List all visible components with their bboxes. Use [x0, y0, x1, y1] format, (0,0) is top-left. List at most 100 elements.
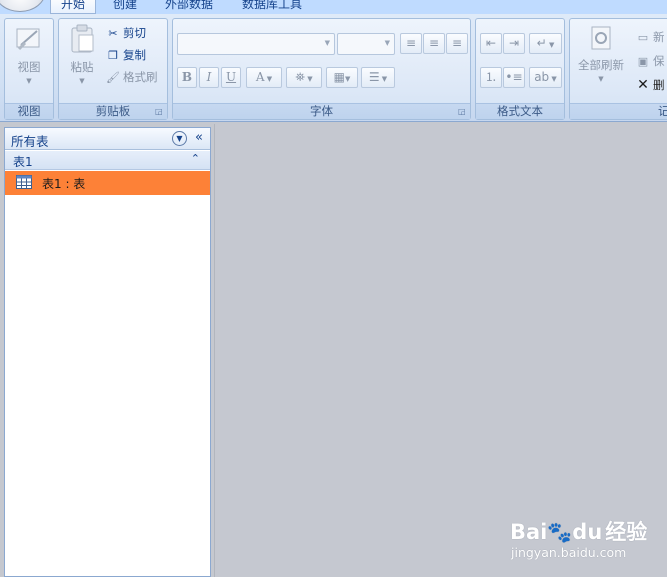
chevron-down-icon: ▼ [598, 75, 604, 83]
watermark-brand2: du [572, 520, 603, 544]
bullet-list-icon: •≡ [505, 70, 523, 84]
format-painter-label: 格式刷 [123, 70, 158, 84]
alternate-rows-icon: ☰ [368, 70, 380, 84]
watermark-url: jingyan.baidu.com [511, 545, 627, 560]
font-group: ▼ ▼ ≡ ≡ ≡ B I U A ▼ ⛯ ▼ ▦▼ ☰ ▼ 字体 ◲ [172, 18, 471, 120]
nav-title: 所有表 [11, 134, 49, 149]
brush-icon: 🖌 [106, 71, 120, 84]
tab-external-data[interactable]: 外部数据 [155, 0, 223, 14]
alternate-fill-button[interactable]: ☰ ▼ [361, 67, 395, 88]
fill-color-button[interactable]: ⛯ ▼ [286, 67, 322, 88]
tab-home[interactable]: 开始 [50, 0, 97, 14]
save-label: 保 [653, 54, 665, 68]
align-left-button[interactable]: ≡ [400, 33, 422, 54]
chevron-down-icon: ▼ [379, 75, 388, 83]
chevron-down-icon: ▼ [384, 39, 390, 47]
format-painter-button[interactable]: 🖌 格式刷 [106, 69, 158, 85]
font-name-combo[interactable]: ▼ [177, 33, 335, 55]
copy-button[interactable]: ❐ 复制 [106, 47, 146, 63]
bullets-button[interactable]: •≡ [503, 67, 525, 88]
chevron-down-icon: ▼ [305, 75, 313, 83]
nav-group-header[interactable]: 表1 ⌃ [5, 151, 210, 170]
table-icon [16, 175, 32, 189]
new-record-button[interactable]: ▭ 新 [636, 29, 665, 45]
numbering-button[interactable]: ⒈ [480, 67, 502, 88]
cut-label: 剪切 [123, 26, 146, 40]
highlight-button[interactable]: ab ▼ [529, 67, 562, 88]
font-size-combo[interactable]: ▼ [337, 33, 395, 55]
bold-button[interactable]: B [177, 67, 197, 88]
view-group-label: 视图 [5, 103, 53, 119]
view-design-icon [16, 28, 40, 51]
delete-record-button[interactable]: ✕ 删 [636, 77, 665, 93]
italic-button[interactable]: I [199, 67, 219, 88]
refresh-all-button[interactable]: 全部刷新 ▼ [572, 23, 630, 83]
records-group-label: 记 [570, 103, 667, 119]
nav-item-table1[interactable]: 表1 : 表 [5, 171, 210, 195]
refresh-icon [591, 26, 611, 50]
clipboard-group: 粘贴 ▼ ✂ 剪切 ❐ 复制 🖌 格式刷 剪贴板 ◲ [58, 18, 168, 120]
font-color-label: A [255, 70, 265, 84]
ribbon-tab-strip: 开始 创建 外部数据 数据库工具 [0, 0, 667, 14]
ribbon: 视图 ▼ 视图 粘贴 ▼ ✂ 剪切 ❐ 复制 🖌 格式刷 剪贴板 ◲ ▼ ▼ ≡… [0, 14, 667, 122]
chevron-down-icon: ▼ [344, 75, 351, 83]
align-right-icon: ≡ [451, 36, 463, 50]
view-button-label: 视图 [17, 60, 41, 74]
align-center-button[interactable]: ≡ [423, 33, 445, 54]
paint-bucket-icon: ⛯ [295, 70, 305, 84]
paragraph-direction-button[interactable]: ↵ ▼ [529, 33, 562, 54]
navigation-pane: 所有表 ▼ « 表1 ⌃ 表1 : 表 [4, 127, 211, 577]
highlight-icon: ab [534, 70, 550, 84]
paste-button-label: 粘贴 [70, 60, 94, 74]
chevron-down-icon: ▼ [549, 75, 557, 83]
paste-button[interactable]: 粘贴 ▼ [63, 23, 101, 85]
numbered-list-icon: ⒈ [484, 70, 497, 84]
copy-icon: ❐ [108, 49, 118, 62]
paw-icon: 🐾 [547, 520, 573, 544]
view-group: 视图 ▼ 视图 [4, 18, 54, 120]
dialog-launcher-icon[interactable]: ◲ [155, 108, 164, 117]
scissors-icon: ✂ [108, 27, 118, 40]
indent-icon: ⇥ [508, 36, 520, 50]
nav-header[interactable]: 所有表 ▼ « [5, 128, 210, 150]
chevron-down-icon: ▼ [546, 41, 555, 49]
decrease-indent-button[interactable]: ⇤ [480, 33, 502, 54]
save-record-button[interactable]: ▣ 保 [636, 53, 665, 69]
chevron-down-icon[interactable]: ▼ [172, 131, 187, 146]
chevron-up-icon[interactable]: ⌃ [191, 152, 200, 165]
new-record-icon: ▭ [637, 31, 649, 44]
refresh-all-label: 全部刷新 [578, 58, 624, 72]
nav-group-label: 表1 [13, 155, 33, 169]
grid-icon: ▦ [333, 70, 345, 84]
nav-item-label: 表1 : 表 [42, 177, 86, 191]
delete-label: 删 [653, 78, 665, 92]
rich-text-group-label: 格式文本 [476, 103, 564, 119]
collapse-pane-icon[interactable]: « [195, 130, 203, 145]
chevron-down-icon: ▼ [264, 75, 273, 83]
chevron-down-icon: ▼ [79, 77, 85, 85]
clipboard-icon [71, 24, 94, 53]
font-group-label: 字体 [173, 103, 470, 119]
align-center-icon: ≡ [428, 36, 440, 50]
new-label: 新 [653, 30, 665, 44]
font-color-button[interactable]: A ▼ [246, 67, 282, 88]
cut-button[interactable]: ✂ 剪切 [106, 25, 146, 41]
clipboard-group-label: 剪贴板 [59, 103, 167, 119]
increase-indent-button[interactable]: ⇥ [503, 33, 525, 54]
document-workspace [214, 124, 667, 577]
rich-text-group: ⇤ ⇥ ↵ ▼ ⒈ •≡ ab ▼ 格式文本 [475, 18, 565, 120]
tab-database-tools[interactable]: 数据库工具 [232, 0, 312, 14]
tab-create[interactable]: 创建 [103, 0, 147, 14]
watermark-suffix: 经验 [605, 520, 648, 544]
records-group: 全部刷新 ▼ ▭ 新 ▣ 保 ✕ 删 记 [569, 18, 667, 120]
view-button[interactable]: 视图 ▼ [9, 23, 49, 85]
outdent-icon: ⇤ [485, 36, 497, 50]
chevron-down-icon: ▼ [26, 77, 32, 85]
dialog-launcher-icon[interactable]: ◲ [458, 108, 467, 117]
gridlines-button[interactable]: ▦▼ [326, 67, 358, 88]
copy-label: 复制 [123, 48, 146, 62]
align-right-button[interactable]: ≡ [446, 33, 468, 54]
align-left-icon: ≡ [405, 36, 417, 50]
return-icon: ↵ [536, 36, 547, 50]
underline-button[interactable]: U [221, 67, 241, 88]
